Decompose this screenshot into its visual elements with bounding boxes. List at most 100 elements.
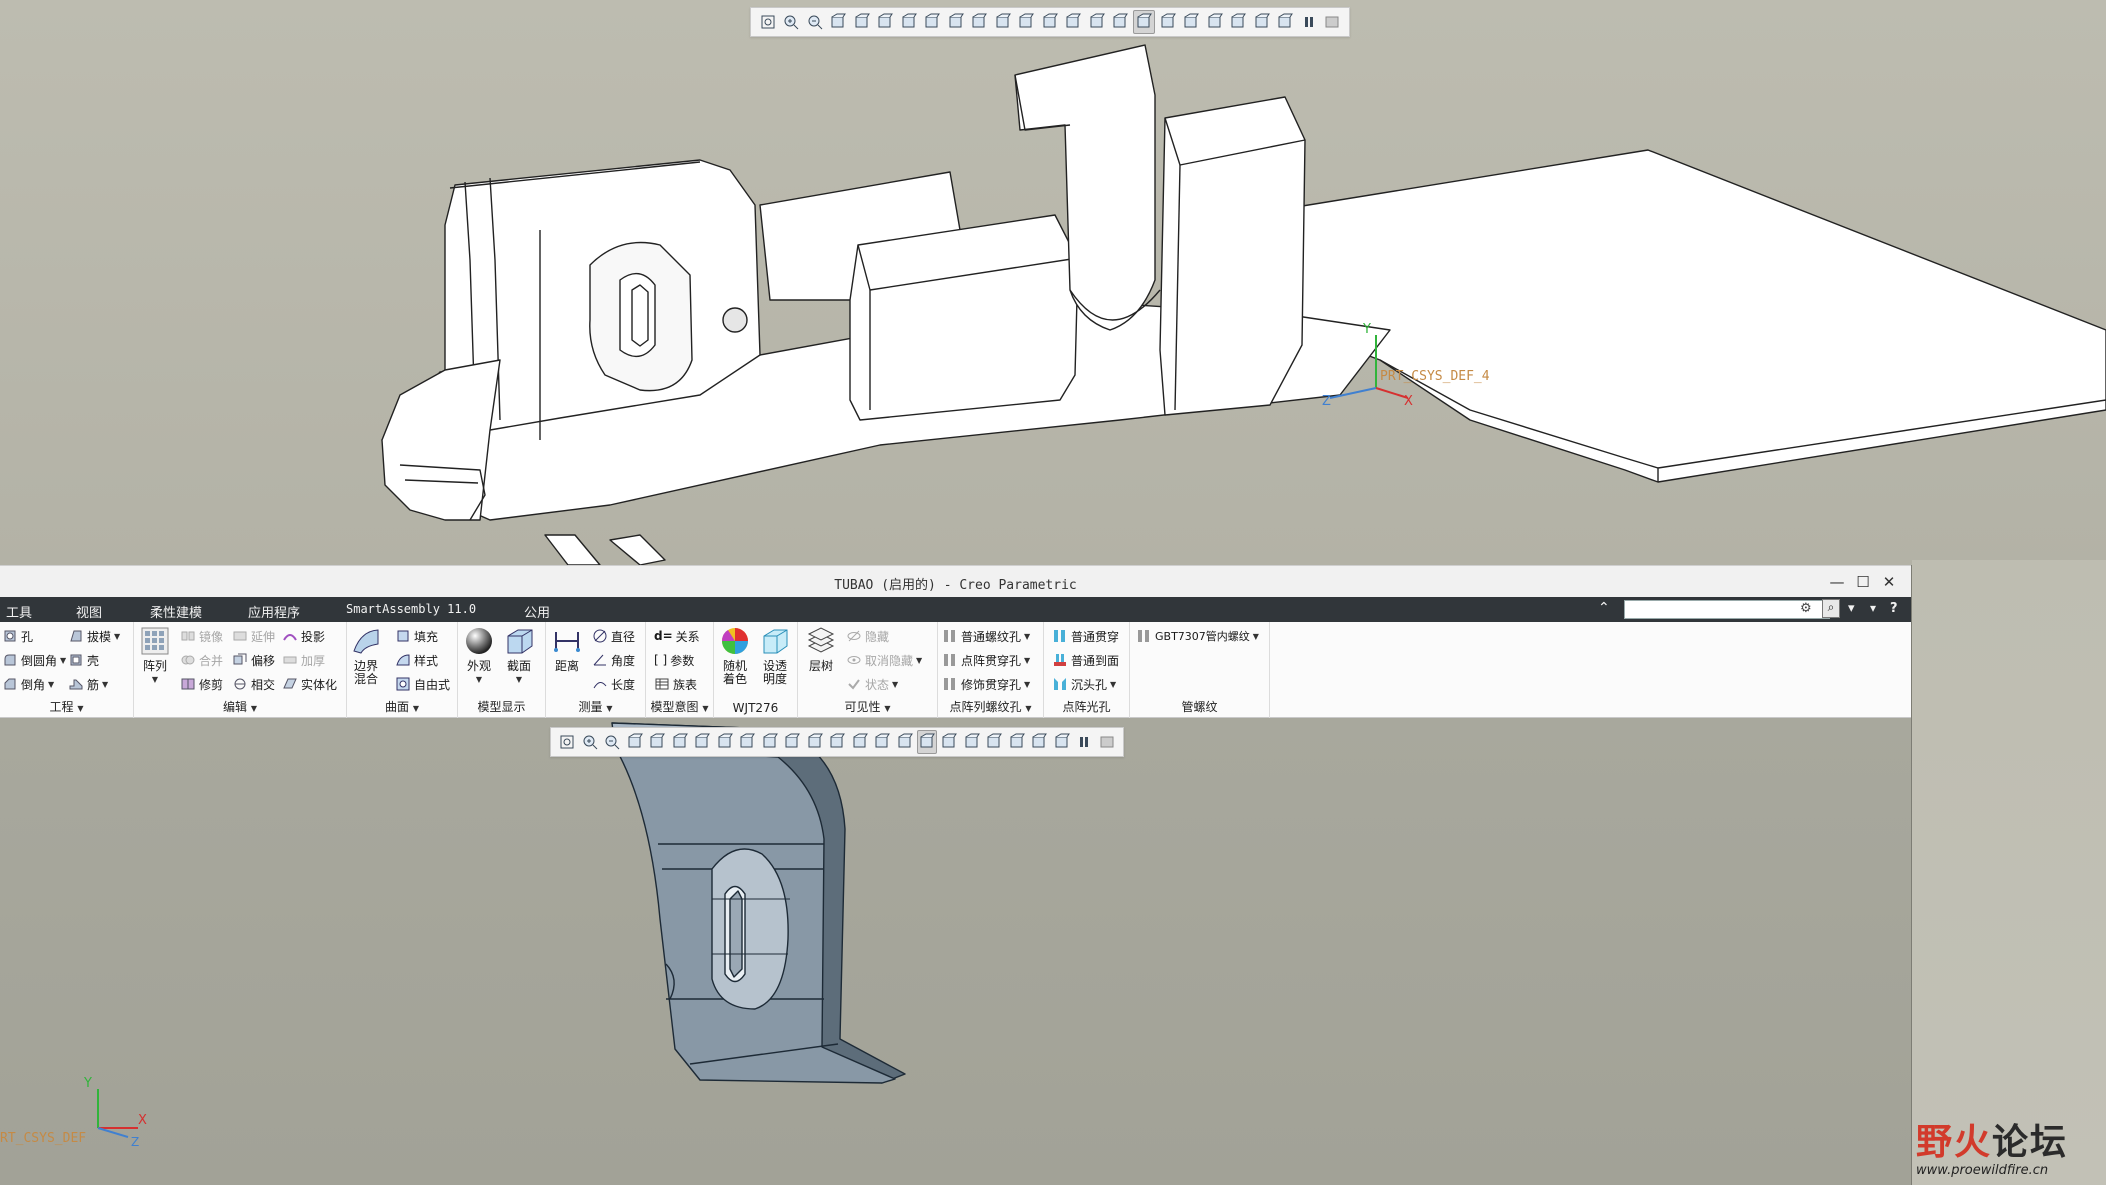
menu-smartassembly[interactable]: SmartAssembly 11.0 <box>346 602 476 616</box>
layer-tree-button[interactable]: 层树 <box>806 626 836 673</box>
thicken-button[interactable]: 加厚 <box>282 650 325 670</box>
bottom-filter-button[interactable] <box>1052 730 1072 754</box>
extend-button[interactable]: 延伸 <box>232 626 275 646</box>
top-csys-display-button[interactable] <box>1039 10 1061 34</box>
normal-thread-hole-button[interactable]: 普通螺纹孔 ▼ <box>942 626 1030 646</box>
status-button[interactable]: 状态 ▼ <box>846 674 898 694</box>
bottom-refit-button[interactable] <box>557 730 577 754</box>
appearance-button[interactable]: 外观 ▼ <box>464 626 494 686</box>
top-refit-button[interactable] <box>757 10 779 34</box>
top-datum-plane-display-button[interactable] <box>969 10 991 34</box>
unhide-button[interactable]: 取消隐藏 ▼ <box>846 650 922 670</box>
bottom-annotation-button[interactable] <box>872 730 892 754</box>
search-settings-icon[interactable]: ⚙ <box>1800 601 1812 616</box>
angle-button[interactable]: 角度 <box>592 650 635 670</box>
top-axis-tag-button[interactable] <box>1133 10 1155 34</box>
top-annotation-button[interactable] <box>1086 10 1108 34</box>
bottom-repaint-button[interactable] <box>624 730 644 754</box>
top-csys-tag-button[interactable] <box>1180 10 1202 34</box>
bottom-plane-tag-button[interactable] <box>894 730 914 754</box>
collapse-ribbon-icon[interactable]: ⌃ <box>1598 600 1610 616</box>
top-point-tag-button[interactable] <box>1157 10 1179 34</box>
help-icon[interactable]: ? <box>1890 601 1898 616</box>
top-model-canvas[interactable]: Y X Z PRT_CSYS_DEF_4 <box>0 0 2106 570</box>
top-model-tree-button[interactable] <box>1251 10 1273 34</box>
menu-tools[interactable]: 工具 <box>6 602 32 621</box>
group-label-surface[interactable]: 曲面 ▼ <box>347 698 457 715</box>
normal-to-surface-button[interactable]: 普通到面 <box>1052 650 1119 670</box>
offset-button[interactable]: 偏移 <box>232 650 275 670</box>
bottom-axis-tag-button[interactable] <box>916 730 938 754</box>
top-filter-button[interactable] <box>1274 10 1296 34</box>
minimize-button[interactable]: — <box>1824 571 1850 593</box>
style-button[interactable]: 样式 <box>395 650 438 670</box>
bottom-csys-display-button[interactable] <box>827 730 847 754</box>
top-spin-center-button[interactable] <box>1063 10 1085 34</box>
parameters-button[interactable]: [ ] 参数 <box>654 650 694 670</box>
maximize-button[interactable]: ☐ <box>1850 571 1876 593</box>
bottom-perspective-button[interactable] <box>714 730 734 754</box>
top-display-style-button[interactable] <box>851 10 873 34</box>
mirror-button[interactable]: 镜像 <box>180 626 223 646</box>
trim-button[interactable]: 修剪 <box>180 674 223 694</box>
distance-button[interactable]: 距离 <box>552 626 582 673</box>
cosmetic-through-hole-button[interactable]: 修饰贯穿孔 ▼ <box>942 674 1030 694</box>
group-label-pattern-thread-hole[interactable]: 点阵列螺纹孔 ▼ <box>938 698 1043 715</box>
group-label-engineering[interactable]: 工程 ▼ <box>0 698 133 715</box>
group-label-model-intent[interactable]: 模型意图 ▼ <box>646 698 713 715</box>
boundary-blend-button[interactable]: 边界 混合 <box>351 626 381 686</box>
search-icon[interactable]: ⌕ <box>1822 599 1840 618</box>
section-button[interactable]: 截面 ▼ <box>504 626 534 686</box>
bottom-model-tree-button[interactable] <box>1029 730 1049 754</box>
bottom-spin-center-button[interactable] <box>849 730 869 754</box>
solidify-button[interactable]: 实体化 <box>282 674 337 694</box>
close-button[interactable]: ✕ <box>1876 571 1902 593</box>
bottom-point-tag-button[interactable] <box>939 730 959 754</box>
menu-applications[interactable]: 应用程序 <box>248 602 300 621</box>
rib-button[interactable]: 筋 ▼ <box>68 674 108 694</box>
top-rotate-center-button[interactable] <box>1204 10 1226 34</box>
group-label-editing[interactable]: 编辑 ▼ <box>134 698 346 715</box>
top-bookmark-button[interactable] <box>1227 10 1249 34</box>
group-label-measure[interactable]: 测量 ▼ <box>546 698 645 715</box>
top-annotation-display-button[interactable] <box>945 10 967 34</box>
intersect-button[interactable]: 相交 <box>232 674 275 694</box>
merge-button[interactable]: 合并 <box>180 650 223 670</box>
diameter-button[interactable]: 直径 <box>592 626 635 646</box>
menu-flexible-modeling[interactable]: 柔性建模 <box>150 602 202 621</box>
point-through-hole-button[interactable]: 点阵贯穿孔 ▼ <box>942 650 1030 670</box>
group-label-visibility[interactable]: 可见性 ▼ <box>798 698 937 715</box>
top-zoom-in-button[interactable] <box>781 10 803 34</box>
hole-button[interactable]: 孔 <box>2 626 33 646</box>
bottom-display-style-button[interactable] <box>647 730 667 754</box>
bottom-model-canvas[interactable]: Y X Z RT_CSYS_DEF <box>0 719 1912 1185</box>
transparency-button[interactable]: 设透 明度 <box>760 626 790 686</box>
family-table-button[interactable]: 族表 <box>654 674 697 694</box>
bottom-view-manager-button[interactable] <box>692 730 712 754</box>
top-view-manager-button[interactable] <box>898 10 920 34</box>
bottom-datum-axis-display-button[interactable] <box>782 730 802 754</box>
bottom-exit-button[interactable] <box>1097 730 1117 754</box>
top-exit-button[interactable] <box>1321 10 1343 34</box>
normal-through-button[interactable]: 普通贯穿 <box>1052 626 1119 646</box>
top-datum-axis-display-button[interactable] <box>992 10 1014 34</box>
bottom-zoom-out-button[interactable] <box>602 730 622 754</box>
bottom-pause-button[interactable] <box>1074 730 1094 754</box>
top-plane-tag-button[interactable] <box>1110 10 1132 34</box>
top-saved-orientations-button[interactable] <box>875 10 897 34</box>
random-color-button[interactable]: 随机 着色 <box>720 626 750 686</box>
group-label-model-display[interactable]: 模型显示 <box>458 698 545 715</box>
top-repaint-button[interactable] <box>828 10 850 34</box>
bottom-zoom-in-button[interactable] <box>579 730 599 754</box>
length-button[interactable]: 长度 <box>592 674 635 694</box>
hide-button[interactable]: 隐藏 <box>846 626 889 646</box>
countersink-button[interactable]: 沉头孔 ▼ <box>1052 674 1116 694</box>
freestyle-button[interactable]: 自由式 <box>395 674 450 694</box>
graduation-cap-icon[interactable]: ▾ <box>1848 601 1855 616</box>
fill-button[interactable]: 填充 <box>395 626 438 646</box>
top-zoom-out-button[interactable] <box>804 10 826 34</box>
shell-button[interactable]: 壳 <box>68 650 99 670</box>
menu-common[interactable]: 公用 <box>524 602 550 621</box>
bottom-saved-orientations-button[interactable] <box>669 730 689 754</box>
dropdown-icon[interactable]: ▾ <box>1870 601 1876 615</box>
